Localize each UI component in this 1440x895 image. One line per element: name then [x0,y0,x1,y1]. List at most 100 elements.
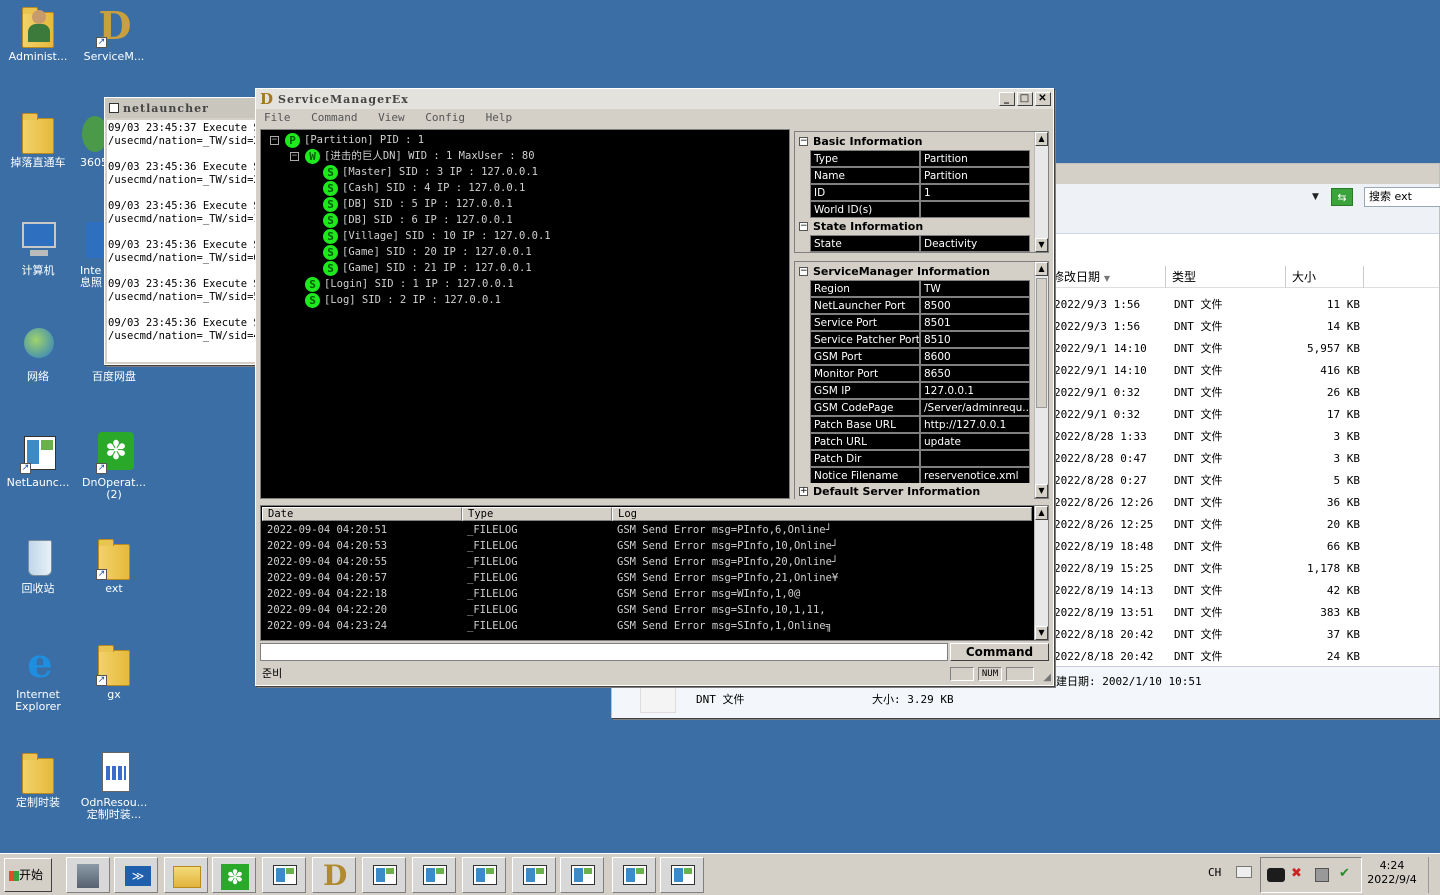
taskbar-window-7[interactable] [612,857,656,893]
desktop-icon-network[interactable]: 网络 [2,324,74,383]
log-row[interactable]: 2022-09-04 04:23:24 _FILELOG GSM Send Erro… [267,618,1027,634]
command-button[interactable]: Command [950,643,1049,661]
taskbar-window-5[interactable] [512,857,556,893]
collapse-toggle-icon[interactable]: − [290,152,299,161]
log-row[interactable]: 2022-09-04 04:20:57 _FILELOG GSM Send Erro… [267,570,1027,586]
property-row[interactable]: State Deactivity [810,235,1030,252]
desktop-icon-administrator[interactable]: Administ... [2,4,74,63]
taskbar-server-manager[interactable] [66,857,110,893]
desktop-icon-gx[interactable]: ↗ gx [78,642,150,701]
desktop-icon-computer[interactable]: 计算机 [2,218,74,277]
state-info-header[interactable]: − State Information [795,218,1034,235]
tree-node-server[interactable]: S [Master] SID : 3 IP : 127.0.0.1 [323,164,538,180]
tree-node-server[interactable]: S [DB] SID : 6 IP : 127.0.0.1 [323,212,513,228]
maximize-button[interactable]: □ [1017,92,1033,106]
keyboard-icon[interactable] [1236,866,1252,878]
monitor-tray-icon[interactable] [1267,868,1285,882]
menu-file[interactable]: File [264,111,291,124]
collapse-toggle-icon[interactable]: − [270,136,279,145]
scrollbar[interactable]: ▲ ▼ [1034,506,1048,640]
refresh-icon[interactable]: ⇆ [1331,188,1353,206]
scroll-down-icon[interactable]: ▼ [1035,484,1048,498]
desktop-icon-recycle-bin[interactable]: 回收站 [2,536,74,595]
desktop-icon-odnresource[interactable]: OdnResou... 定制时装... [78,750,150,821]
start-button[interactable]: 开始 [4,858,52,892]
resize-grip-icon[interactable]: ◢ [1043,669,1051,687]
show-desktop-button[interactable] [1428,857,1438,893]
command-input[interactable] [260,643,948,661]
close-button[interactable]: ✕ [1035,92,1051,106]
taskbar-window-3[interactable] [412,857,456,893]
basic-info-header[interactable]: − Basic Information [795,133,1034,150]
taskbar-servicemanager[interactable]: D [312,857,356,893]
property-row[interactable]: Patch Base URL http://127.0.0.1 [810,416,1030,433]
scroll-up-icon[interactable]: ▲ [1035,262,1048,276]
property-row[interactable]: GSM CodePage/Server/adminrequ... [810,399,1030,416]
log-header-date[interactable]: Date [262,507,462,521]
property-row[interactable]: Type Partition [810,150,1030,167]
log-header-type[interactable]: Type [462,507,612,521]
default-server-info-header[interactable]: + Default Server Information [795,483,1034,500]
desktop-icon-internet-explorer[interactable]: e Internet Explorer [2,642,74,713]
tree-node-server[interactable]: S [Game] SID : 20 IP : 127.0.0.1 [323,244,532,260]
property-row[interactable]: Notice Filename reservenotice.xml [810,467,1030,484]
scrollbar[interactable]: ▲ ▼ [1034,262,1048,498]
servicemanager-window[interactable]: D ServiceManagerEx _ □ ✕ File Command Vi… [255,88,1054,686]
minimize-button[interactable]: _ [999,92,1015,106]
taskbar-dnoperator[interactable]: ✽ [212,857,256,893]
property-row[interactable]: Patch URL update [810,433,1030,450]
property-row[interactable]: Service Patcher Port 8510 [810,331,1030,348]
property-row[interactable]: NetLauncher Port 8500 [810,297,1030,314]
column-header-size[interactable]: 大小 [1292,266,1364,288]
log-row[interactable]: 2022-09-04 04:20:51 _FILELOG GSM Send Erro… [267,522,1027,538]
tree-node-world[interactable]: W [进击的巨人DN] WID : 1 MaxUser : 80 [305,148,535,164]
desktop-icon-ext[interactable]: ↗ ext [78,536,150,595]
netlauncher-titlebar[interactable]: netlauncher [105,98,263,118]
desktop-icon-netlauncher[interactable]: ↗ NetLaunc... [2,430,74,489]
scroll-up-icon[interactable]: ▲ [1035,506,1048,520]
menu-command[interactable]: Command [311,111,357,124]
taskbar-powershell[interactable]: ≫ [114,857,158,893]
netlauncher-window[interactable]: netlauncher 09/03 23:45:37 Execute Succe… [104,97,264,365]
address-dropdown-icon[interactable]: ▼ [1312,192,1319,202]
property-row[interactable]: Patch Dir [810,450,1030,467]
desktop-icon-custom-fashion[interactable]: 定制时装 [2,750,74,809]
desktop-icon-servicemanager[interactable]: D ↗ ServiceM... [78,4,150,63]
desktop-icon-dnoperator[interactable]: ✽ ↗ DnOperat... (2) [78,430,150,501]
property-row[interactable]: GSM IP 127.0.0.1 [810,382,1030,399]
property-row[interactable]: ID 1 [810,184,1030,201]
log-row[interactable]: 2022-09-04 04:22:18 _FILELOG GSM Send Erro… [267,586,1027,602]
desktop-icon-internet-info[interactable]: Inte 息照 [68,218,108,289]
desktop-icon-360[interactable]: 3605 [68,110,108,169]
scroll-up-icon[interactable]: ▲ [1035,132,1048,146]
property-row[interactable]: Monitor Port 8650 [810,365,1030,382]
tree-node-server[interactable]: S [Login] SID : 1 IP : 127.0.0.1 [305,276,514,292]
servicemanager-info-header[interactable]: − ServiceManager Information [795,263,1034,280]
property-row[interactable]: Name Partition [810,167,1030,184]
log-row[interactable]: 2022-09-04 04:22:20 _FILELOG GSM Send Erro… [267,602,1027,618]
column-header-date[interactable]: 修改日期 ▼ [1052,266,1166,288]
scrollbar[interactable]: ▲ ▼ [1034,132,1048,252]
devices-tray-icon[interactable] [1315,868,1329,882]
tree-node-server[interactable]: S [DB] SID : 5 IP : 127.0.0.1 [323,196,513,212]
taskbar-explorer[interactable] [164,857,208,893]
log-header-log[interactable]: Log [612,507,1032,521]
taskbar-window-8[interactable] [660,857,704,893]
scroll-down-icon[interactable]: ▼ [1035,626,1048,640]
log-row[interactable]: 2022-09-04 04:20:53 _FILELOG GSM Send Erro… [267,538,1027,554]
tree-node-server[interactable]: S [Game] SID : 21 IP : 127.0.0.1 [323,260,532,276]
language-indicator[interactable]: CH [1208,866,1221,879]
security-tray-icon[interactable]: ✔ [1339,866,1350,881]
taskbar-window-6[interactable] [560,857,604,893]
property-row[interactable]: Region TW [810,280,1030,297]
menu-view[interactable]: View [378,111,405,124]
property-row[interactable]: GSM Port 8600 [810,348,1030,365]
property-row[interactable]: World ID(s) [810,201,1030,218]
taskbar-window-2[interactable] [362,857,406,893]
taskbar-window-1[interactable] [262,857,306,893]
tree-node-server[interactable]: S [Village] SID : 10 IP : 127.0.0.1 [323,228,551,244]
property-row[interactable]: Service Port 8501 [810,314,1030,331]
network-error-icon[interactable]: ✖ [1291,866,1302,881]
servicemanager-titlebar[interactable]: D ServiceManagerEx _ □ ✕ [256,89,1053,109]
search-input[interactable]: 搜索 ext [1364,187,1440,207]
